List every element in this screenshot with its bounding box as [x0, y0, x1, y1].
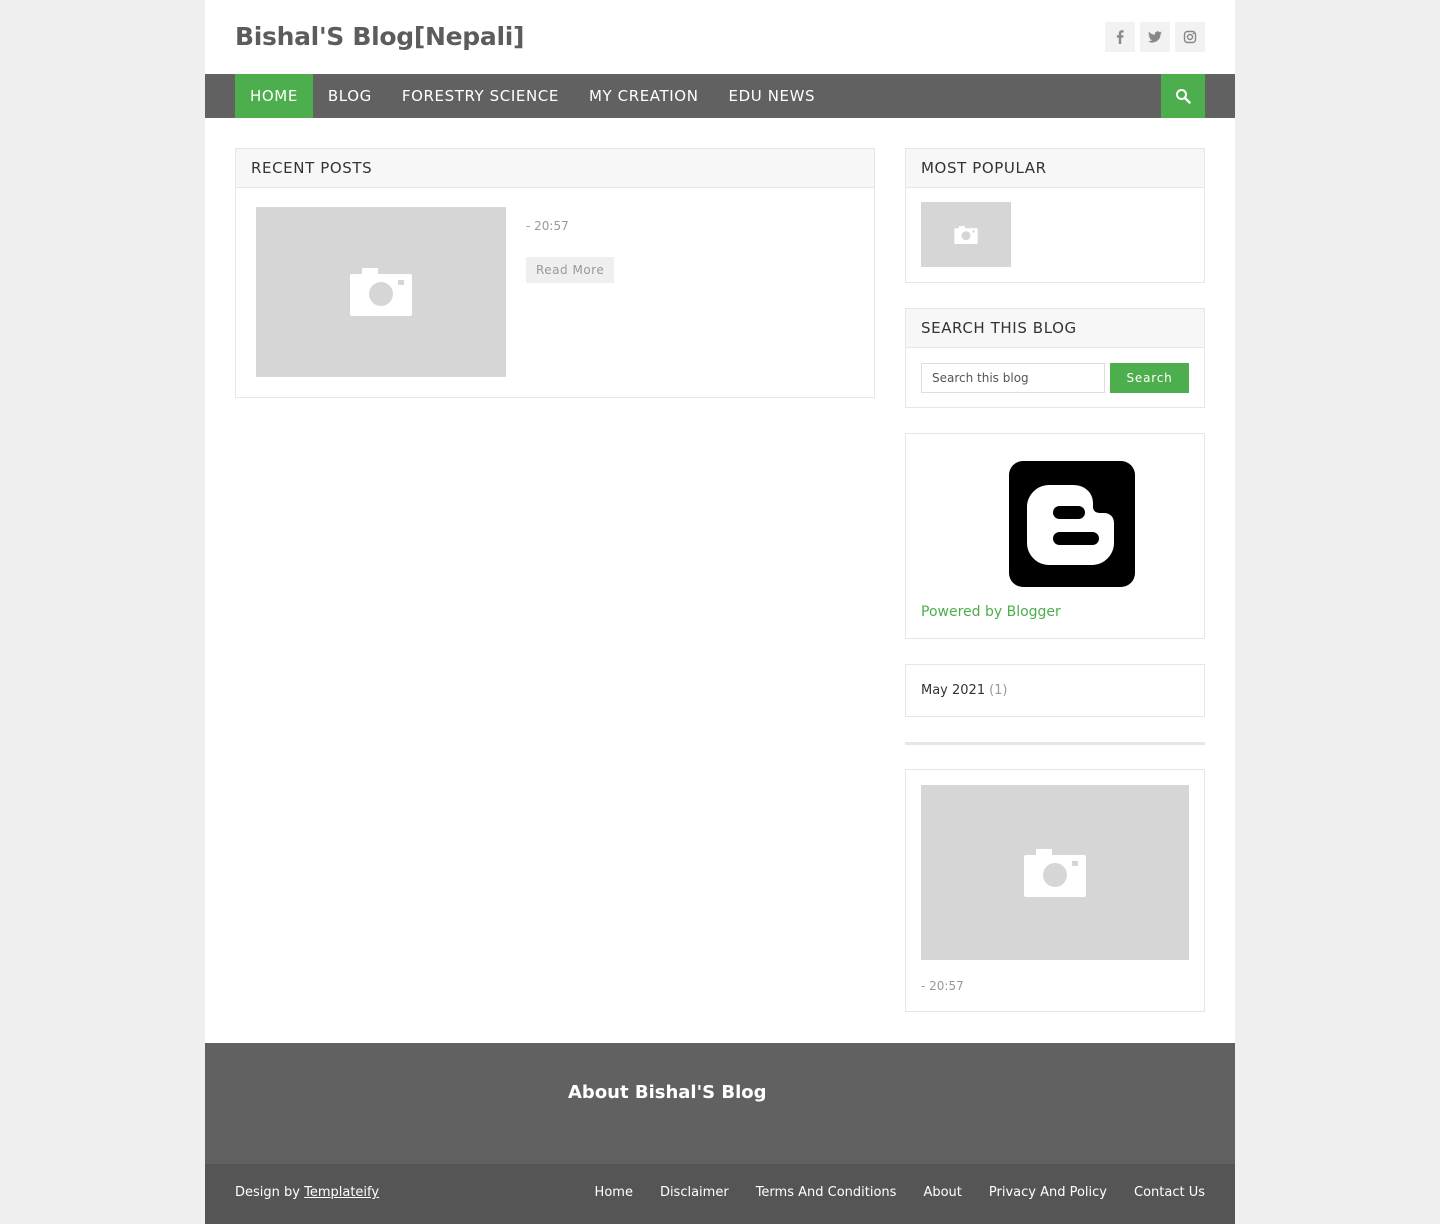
featured-post-meta: - 20:57: [921, 979, 964, 993]
templateify-link[interactable]: Templateify: [304, 1185, 379, 1200]
nav-search-button[interactable]: [1161, 74, 1205, 118]
about-title: About Bishal'S Blog: [568, 1082, 767, 1103]
archive-item[interactable]: May 2021 (1): [921, 683, 1008, 698]
camera-icon: [954, 225, 978, 244]
post-thumbnail[interactable]: [256, 207, 506, 377]
blogger-icon: [1009, 461, 1135, 587]
sidebar-divider: [905, 742, 1205, 745]
powered-by-blogger-link[interactable]: Powered by Blogger: [921, 604, 1061, 620]
header: Bishal'S Blog[Nepali]: [205, 0, 1235, 74]
footer-credit: Design by Templateify: [235, 1185, 379, 1200]
footer-link-about[interactable]: About: [923, 1185, 961, 1200]
post-meta: - 20:57: [526, 219, 569, 233]
twitter-icon[interactable]: [1140, 22, 1170, 52]
most-popular-widget: Most Popular: [905, 148, 1205, 283]
blogger-logo[interactable]: [1009, 461, 1135, 591]
featured-post-widget: - 20:57: [905, 769, 1205, 1012]
archive-count: (1): [989, 683, 1008, 698]
featured-post-thumbnail[interactable]: [921, 785, 1189, 960]
social-links: [1105, 22, 1205, 52]
popular-post-thumbnail[interactable]: [921, 202, 1011, 267]
footer-link-privacy[interactable]: Privacy And Policy: [989, 1185, 1107, 1200]
nav-item-home[interactable]: Home: [235, 74, 313, 118]
footer-link-contact[interactable]: Contact Us: [1134, 1185, 1205, 1200]
footer-link-home[interactable]: Home: [595, 1185, 633, 1200]
search-input[interactable]: Search this blog: [921, 363, 1105, 393]
footer-about: About Bishal'S Blog: [205, 1043, 1235, 1164]
recent-posts-title: Recent Posts: [236, 149, 874, 188]
archive-month[interactable]: May 2021: [921, 683, 985, 698]
nav-item-forestry-science[interactable]: Forestry Science: [387, 74, 574, 118]
search-icon: [1176, 89, 1191, 104]
credit-prefix: Design by: [235, 1185, 300, 1200]
camera-icon: [350, 268, 412, 316]
footer-links: Home Disclaimer Terms And Conditions Abo…: [595, 1185, 1205, 1200]
most-popular-title: Most Popular: [906, 149, 1204, 188]
recent-posts-widget: Recent Posts - 20:57 Read More: [235, 148, 875, 398]
facebook-icon[interactable]: [1105, 22, 1135, 52]
read-more-button[interactable]: Read More: [526, 257, 615, 283]
instagram-icon[interactable]: [1175, 22, 1205, 52]
search-widget-title: Search This Blog: [906, 309, 1204, 348]
archive-widget: May 2021 (1): [905, 664, 1205, 717]
camera-icon: [1024, 848, 1086, 897]
footer-link-disclaimer[interactable]: Disclaimer: [660, 1185, 729, 1200]
nav-item-blog[interactable]: Blog: [313, 74, 387, 118]
page: Bishal'S Blog[Nepali] Home Blog Forestry…: [205, 0, 1235, 1224]
site-title[interactable]: Bishal'S Blog[Nepali]: [235, 22, 524, 51]
main-nav: Home Blog Forestry Science My Creation E…: [205, 74, 1235, 118]
nav-menu: Home Blog Forestry Science My Creation E…: [235, 74, 830, 118]
footer-link-terms[interactable]: Terms And Conditions: [756, 1185, 897, 1200]
search-widget: Search This Blog Search this blog Search: [905, 308, 1205, 408]
search-button[interactable]: Search: [1110, 363, 1189, 393]
footer-bottom: Design by Templateify Home Disclaimer Te…: [205, 1164, 1235, 1224]
nav-item-my-creation[interactable]: My Creation: [574, 74, 714, 118]
blogger-widget: Powered by Blogger: [905, 433, 1205, 639]
nav-item-edu-news[interactable]: Edu News: [714, 74, 831, 118]
